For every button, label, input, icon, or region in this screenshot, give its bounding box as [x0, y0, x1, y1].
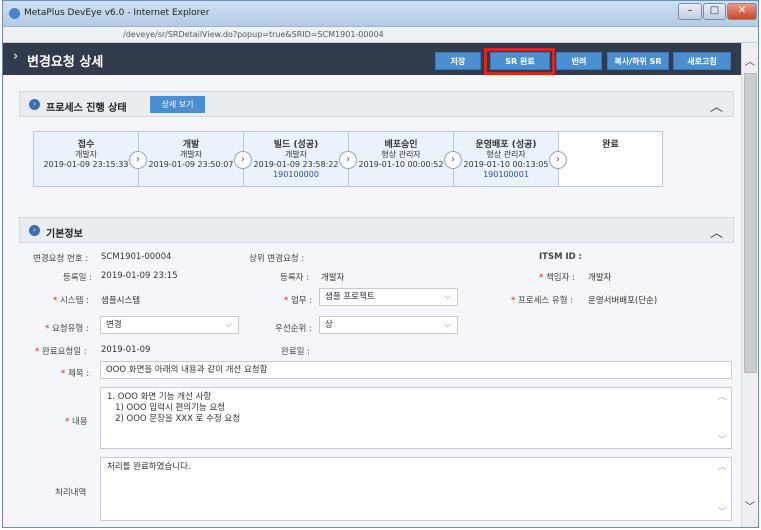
basic-info-title: 기본정보 [46, 229, 83, 240]
sr-number-label: 변경요청 번호 : [33, 254, 89, 264]
content-textarea[interactable]: 1. OOO 화면 기능 개선 사항 1) OOO 입력시 편의기능 요청 2)… [100, 387, 732, 449]
step-production-deploy: 운영배포 (성공) 형상 관리자 2019-01-10 00:13:05 190… [454, 132, 567, 186]
request-type-select[interactable]: 변경 ⌵ [100, 316, 239, 334]
url-text: /deveye/sr/SRDetailView.do?popup=true&SR… [123, 30, 384, 39]
chevron-right-icon: › [129, 151, 147, 169]
subject-label: * 제목 : [61, 369, 90, 379]
task-label: * 업무 : [284, 296, 313, 306]
scroll-up-icon[interactable]: ︿ [745, 53, 755, 68]
chevron-right-circle-icon: › [29, 99, 40, 110]
done-date-label: 완료일 : [281, 347, 311, 357]
process-steps: 접수 개발자 2019-01-09 23:15:33 › 개발 개발자 2019… [33, 131, 663, 187]
itsm-id-label: ITSM ID : [539, 252, 583, 262]
vertical-scrollbar[interactable]: ︿ ﹀ [741, 43, 758, 527]
process-type-value: 운영서버배포(단순) [588, 296, 658, 306]
close-button[interactable]: ✕ [727, 3, 757, 20]
reg-date-label: 등록일 : [63, 273, 93, 283]
content-label: * 내용 [65, 417, 88, 427]
request-type-label: * 요청유형 : [45, 324, 89, 334]
process-type-label: * 프로세스 유형 : [511, 296, 574, 306]
chevron-right-circle-icon: › [29, 225, 40, 236]
registrant-value: 개발자 [321, 273, 345, 283]
copy-child-sr-button[interactable]: 복사/하위 SR [607, 52, 669, 70]
scroll-up-icon[interactable]: ︿ [718, 391, 726, 402]
chevron-down-icon: ⌵ [444, 292, 451, 302]
step-receipt: 접수 개발자 2019-01-09 23:15:33 › [34, 132, 147, 186]
collapse-icon[interactable]: ︿ [710, 96, 723, 115]
view-detail-button[interactable]: 상세 보기 [150, 96, 205, 113]
sr-number-value: SCM1901-00004 [101, 252, 172, 262]
build-number-link[interactable]: 190100000 [244, 170, 348, 180]
minimize-button[interactable]: – [678, 3, 702, 20]
task-select[interactable]: 샘플 프로젝트 ⌵ [319, 288, 458, 306]
step-development: 개발 개발자 2019-01-09 23:50:07 › [139, 132, 252, 186]
basic-info-section-header: › 기본정보 ︿ [19, 217, 734, 243]
system-value: 샘플시스템 [101, 296, 141, 306]
scroll-thumb[interactable] [744, 73, 757, 373]
chevron-right-icon: › [234, 151, 252, 169]
chevron-right-icon: › [549, 151, 567, 169]
title-bar: MetaPlus DevEye v6.0 - Internet Explorer… [3, 1, 758, 27]
priority-select[interactable]: 상 ⌵ [319, 316, 458, 334]
owner-label: * 책임자 : [539, 273, 575, 283]
collapse-icon[interactable]: ︿ [710, 222, 723, 241]
registrant-label: 등록자 : [280, 273, 310, 283]
chevron-down-icon: ⌵ [444, 320, 451, 330]
chevron-right-icon: › [444, 151, 462, 169]
address-bar[interactable]: /deveye/sr/SRDetailView.do?popup=true&SR… [3, 27, 758, 43]
page-title: 변경요청 상세 [27, 55, 104, 70]
window-title: MetaPlus DevEye v6.0 - Internet Explorer [24, 8, 210, 18]
scroll-down-icon[interactable]: ﹀ [745, 498, 755, 513]
page-header: › 변경요청 상세 저장 SR 완료 반려 복사/하위 SR 새로고침 [3, 43, 741, 75]
refresh-button[interactable]: 새로고침 [673, 52, 731, 70]
highlight-box [484, 48, 555, 75]
ie-icon [9, 8, 20, 19]
owner-value: 개발자 [588, 273, 612, 283]
scroll-up-icon[interactable]: ︿ [718, 461, 726, 472]
save-button[interactable]: 저장 [435, 52, 481, 70]
subject-input[interactable]: OOO 화면을 아래의 내용과 같이 개선 요청함 [100, 361, 732, 379]
deploy-number-link[interactable]: 190100001 [454, 170, 558, 180]
chevron-right-icon: › [339, 151, 357, 169]
step-deploy-approval: 배포승인 형상 관리자 2019-01-10 00:00:52 › [349, 132, 462, 186]
history-label: 처리내역 [55, 488, 87, 498]
reject-button[interactable]: 반려 [556, 52, 602, 70]
step-build: 빌드 (성공) 개발자 2019-01-09 23:58:22 19010000… [244, 132, 357, 186]
parent-sr-label: 상위 변경요청 : [249, 254, 305, 264]
reg-date-value: 2019-01-09 23:15 [101, 271, 178, 281]
browser-window: MetaPlus DevEye v6.0 - Internet Explorer… [2, 0, 759, 528]
priority-label: 우선순위 : [275, 324, 312, 334]
step-complete: 완료 [559, 132, 662, 186]
history-textarea[interactable]: 처리를 완료하였습니다. ︿ ﹀ [100, 457, 732, 521]
system-label: * 시스템 : [53, 296, 89, 306]
chevron-right-icon: › [13, 49, 19, 64]
due-date-value: 2019-01-09 [101, 345, 151, 355]
scroll-down-icon[interactable]: ﹀ [718, 434, 726, 445]
process-section-header: › 프로세스 진행 상태 상세 보기 ︿ [19, 91, 734, 117]
due-date-label: * 완료요청일 : [35, 347, 87, 357]
chevron-down-icon: ⌵ [225, 320, 232, 330]
scroll-down-icon[interactable]: ﹀ [718, 506, 726, 517]
maximize-button[interactable]: □ [703, 3, 726, 20]
process-section-title: 프로세스 진행 상태 [46, 103, 127, 114]
